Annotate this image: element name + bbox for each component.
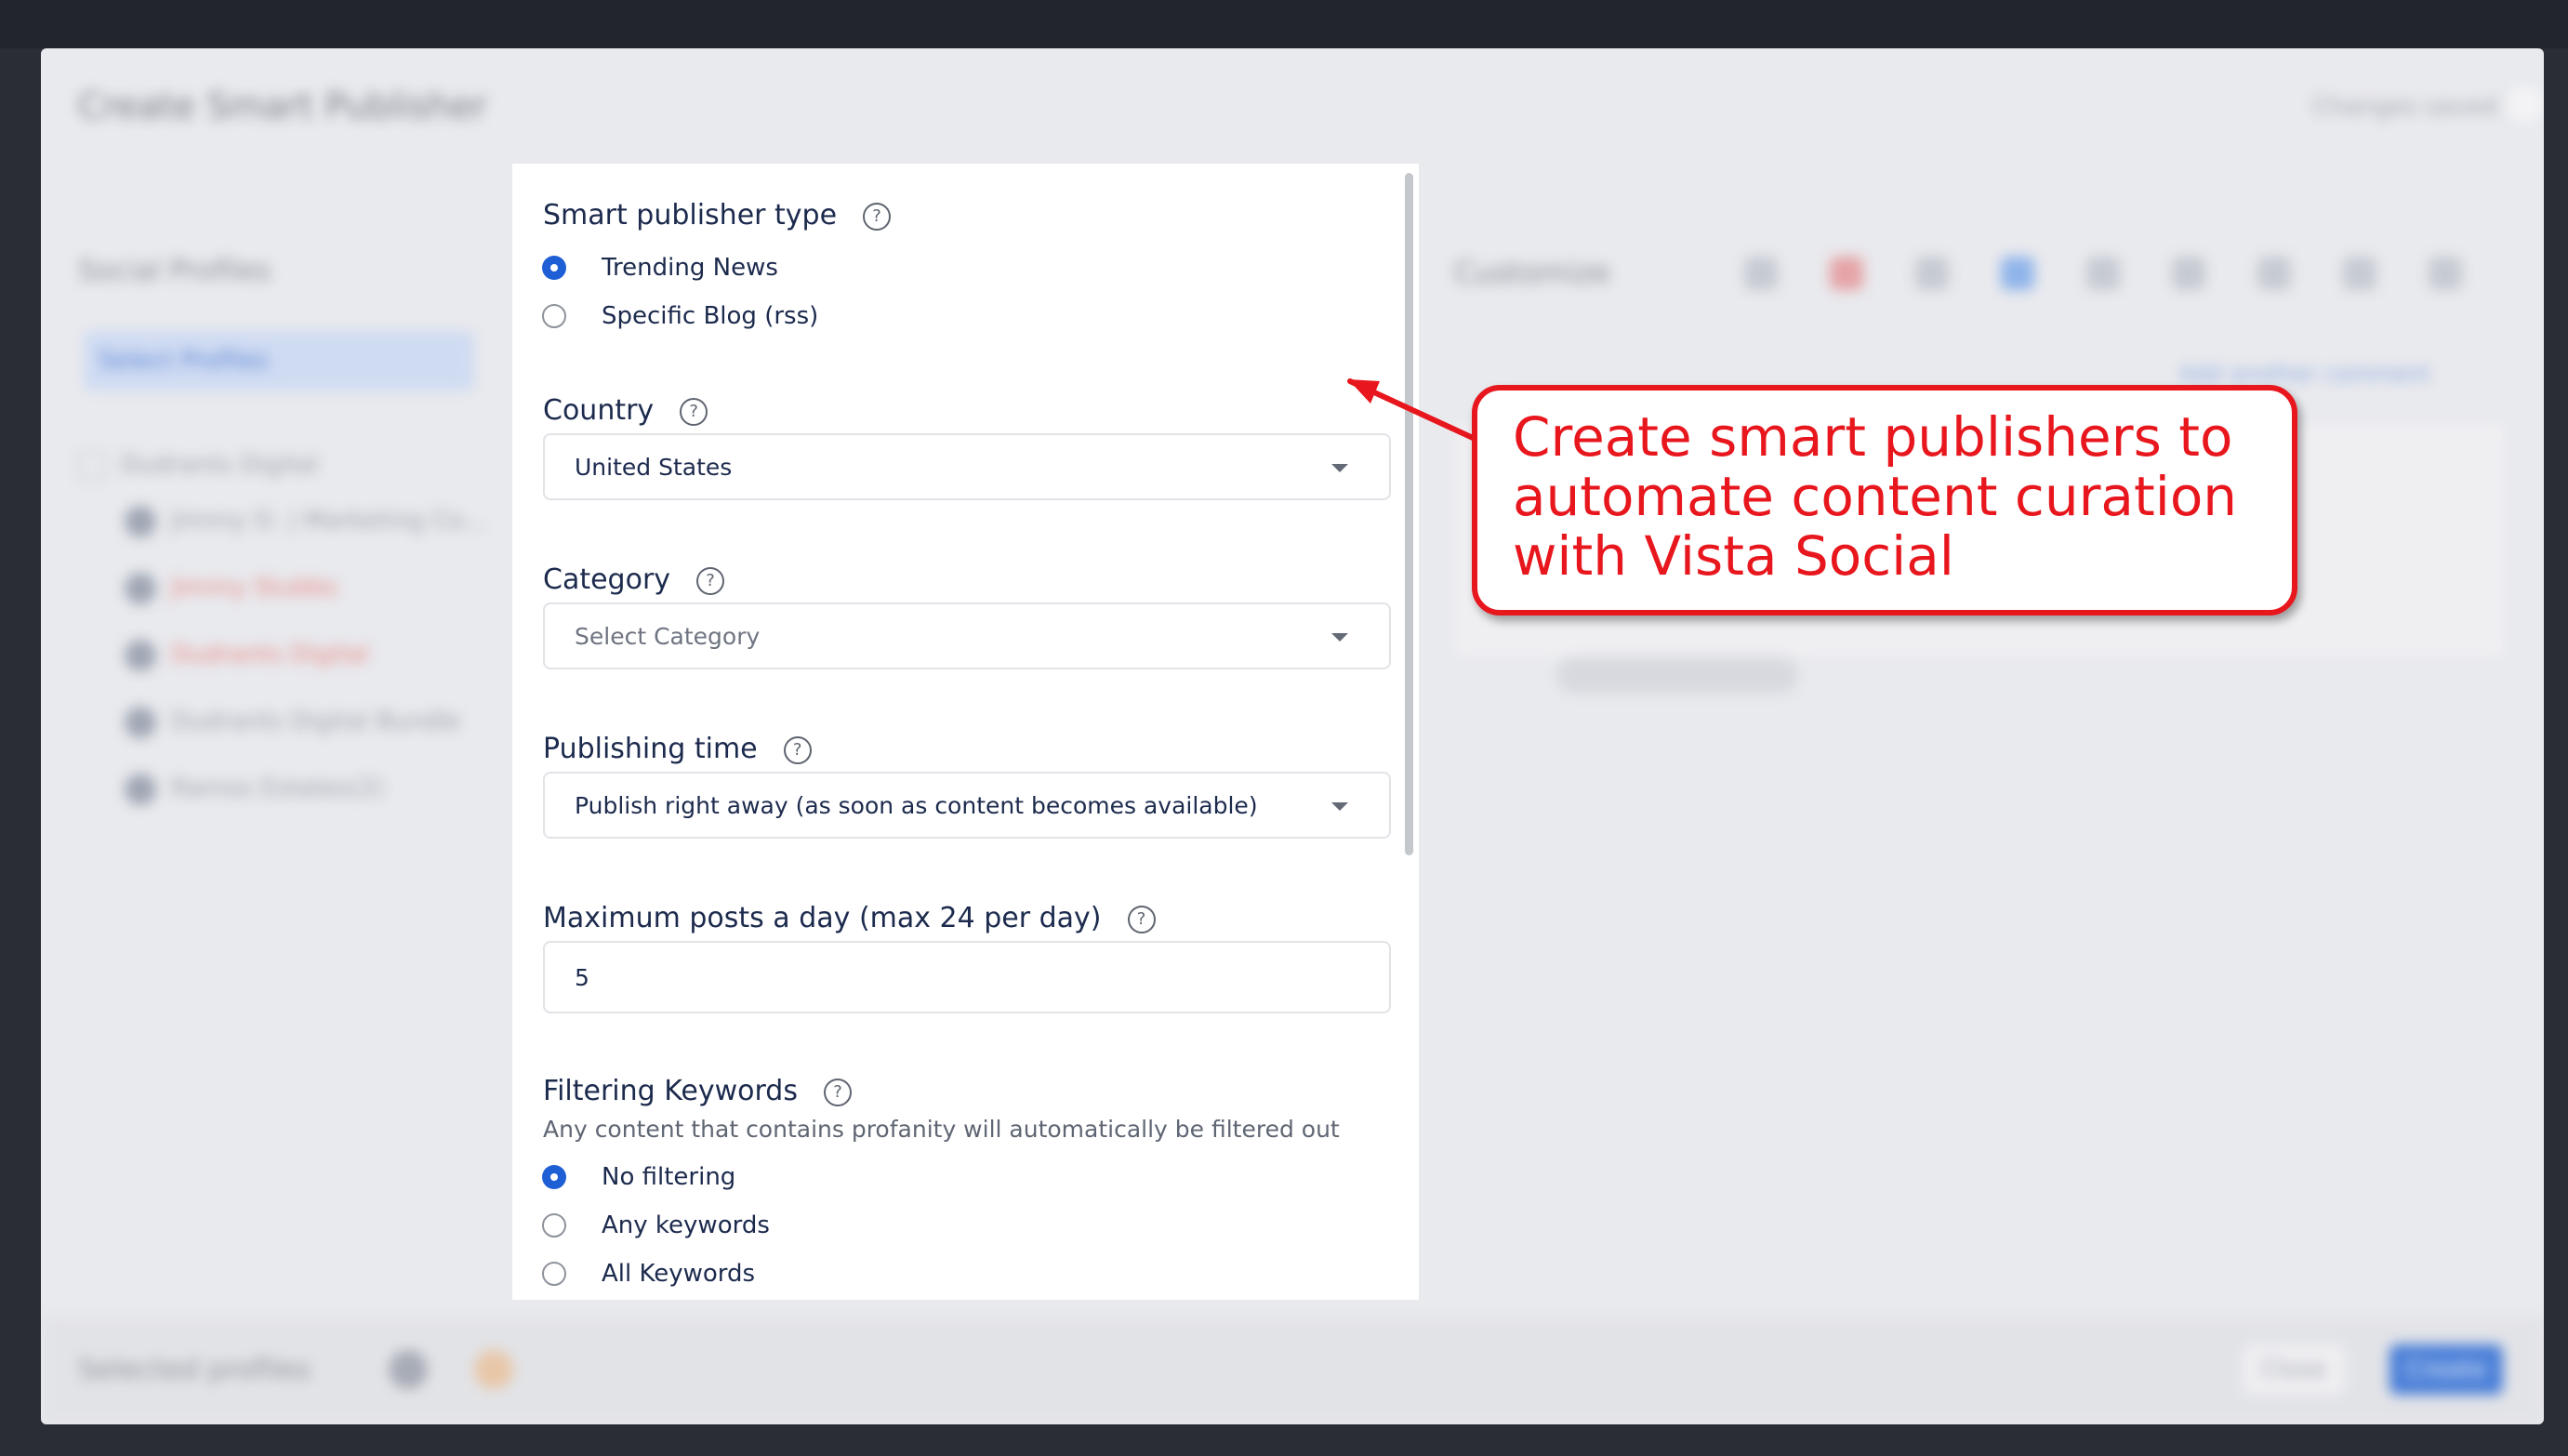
radio-label: Trending News xyxy=(602,254,778,282)
filtering-keywords-label: Filtering Keywords? xyxy=(543,1075,852,1107)
publisher-type-label-text: Smart publisher type xyxy=(543,199,838,232)
help-icon[interactable]: ? xyxy=(823,1078,852,1106)
network-tab-icon[interactable] xyxy=(2429,257,2462,290)
publishing-time-label-text: Publishing time xyxy=(543,733,758,765)
customize-pane: Customize Add another comment xyxy=(1417,164,2544,1317)
create-button[interactable]: Create xyxy=(2389,1344,2503,1395)
radio-label: All Keywords xyxy=(602,1260,756,1288)
checkbox-icon[interactable] xyxy=(78,451,106,480)
close-icon[interactable] xyxy=(2507,86,2544,123)
network-tab-icon[interactable] xyxy=(1744,257,1778,290)
max-posts-label: Maximum posts a day (max 24 per day)? xyxy=(543,902,1156,934)
radio-specific-blog[interactable]: Specific Blog (rss) xyxy=(542,298,818,335)
profile-group-row[interactable]: Dudrants Digital xyxy=(78,443,496,487)
category-label: Category? xyxy=(543,563,725,596)
profile-label: Ramos Estates(2) xyxy=(171,774,385,802)
select-profiles-button[interactable]: Select Profiles xyxy=(84,331,474,390)
profile-row[interactable]: Jimmy Stubbs xyxy=(125,565,543,610)
radio-no-filtering[interactable]: No filtering xyxy=(542,1158,735,1196)
publisher-type-label: Smart publisher type? xyxy=(543,199,892,232)
max-posts-input[interactable] xyxy=(543,941,1391,1013)
modal-header: Create Smart Publisher Changes saved xyxy=(41,48,2544,164)
modal-footer: Selected profiles Close Create xyxy=(41,1317,2544,1424)
radio-checked-icon[interactable] xyxy=(542,256,566,280)
filtering-keywords-label-text: Filtering Keywords xyxy=(543,1075,798,1107)
profile-label: Dudrants Digital Bundle xyxy=(171,708,461,735)
network-tab-icon[interactable] xyxy=(1915,257,1949,290)
help-icon[interactable]: ? xyxy=(696,566,725,595)
network-tab-icon[interactable] xyxy=(1830,257,1863,290)
radio-trending-news[interactable]: Trending News xyxy=(542,249,778,286)
modal-title: Create Smart Publisher xyxy=(78,86,487,126)
radio-label: Specific Blog (rss) xyxy=(602,302,819,330)
network-tab-icon[interactable] xyxy=(2257,257,2291,290)
scrollbar[interactable] xyxy=(1405,173,1413,855)
radio-unchecked-icon[interactable] xyxy=(542,1213,566,1238)
radio-checked-icon[interactable] xyxy=(542,1165,566,1189)
chevron-down-icon xyxy=(1331,464,1348,472)
selected-profiles-label: Selected profiles xyxy=(78,1354,311,1386)
avatar xyxy=(389,1350,428,1389)
window-frame xyxy=(0,0,2568,48)
network-tab-icon[interactable] xyxy=(2343,257,2376,290)
country-select-value: United States xyxy=(575,454,733,481)
help-icon[interactable]: ? xyxy=(783,735,812,764)
network-tab-icon[interactable] xyxy=(2086,257,2120,290)
filtering-hint: Any content that contains profanity will… xyxy=(543,1116,1340,1143)
publishing-time-select[interactable]: Publish right away (as soon as content b… xyxy=(543,772,1391,839)
avatar xyxy=(474,1350,513,1389)
profile-label: Dudrants Digital xyxy=(171,641,369,668)
help-icon[interactable]: ? xyxy=(1127,905,1156,933)
social-profiles-label: Social Profiles xyxy=(78,255,271,287)
profile-row[interactable]: Dudrants Digital Bundle xyxy=(125,699,543,744)
radio-any-keywords[interactable]: Any keywords xyxy=(542,1207,770,1244)
preview-footer xyxy=(1556,656,1798,694)
country-select[interactable]: United States xyxy=(543,433,1391,500)
chevron-down-icon xyxy=(1331,633,1348,642)
twitter-tab-icon[interactable] xyxy=(2001,257,2034,290)
help-icon[interactable]: ? xyxy=(680,397,708,426)
publishing-time-select-value: Publish right away (as soon as content b… xyxy=(575,792,1258,819)
category-label-text: Category xyxy=(543,563,671,596)
annotation-callout: Create smart publishers to automate cont… xyxy=(1472,385,2297,615)
save-status: Changes saved xyxy=(2312,93,2497,121)
profile-group-label: Dudrants Digital xyxy=(121,451,319,479)
avatar xyxy=(125,773,156,805)
country-label-text: Country xyxy=(543,394,655,427)
avatar xyxy=(125,639,156,671)
add-comment-link[interactable]: Add another comment xyxy=(2179,361,2430,387)
radio-label: No filtering xyxy=(602,1163,736,1191)
help-icon[interactable]: ? xyxy=(863,202,892,231)
radio-unchecked-icon[interactable] xyxy=(542,304,566,328)
country-label: Country? xyxy=(543,394,708,427)
publishing-time-label: Publishing time? xyxy=(543,733,812,765)
radio-label: Any keywords xyxy=(602,1211,770,1239)
category-select[interactable]: Select Category xyxy=(543,602,1391,669)
profile-row[interactable]: Dudrants Digital xyxy=(125,632,543,677)
social-profiles-pane: Social Profiles Select Profiles Dudrants… xyxy=(41,164,515,1317)
profile-label: Jimmy D. | Marketing Co... xyxy=(171,507,487,535)
max-posts-label-text: Maximum posts a day (max 24 per day) xyxy=(543,902,1102,934)
avatar xyxy=(125,706,156,738)
avatar xyxy=(125,572,156,604)
avatar xyxy=(125,505,156,537)
network-tab-icon[interactable] xyxy=(2172,257,2205,290)
profile-label: Jimmy Stubbs xyxy=(171,574,338,602)
customize-label: Customize xyxy=(1454,255,1610,290)
profile-row[interactable]: Ramos Estates(2) xyxy=(125,766,543,811)
chevron-down-icon xyxy=(1331,802,1348,811)
profile-row[interactable]: Jimmy D. | Marketing Co... xyxy=(125,498,543,543)
category-select-placeholder: Select Category xyxy=(575,623,761,650)
callout-text: Create smart publishers to automate cont… xyxy=(1513,405,2238,588)
smart-publisher-form: Smart publisher type? Trending News Spec… xyxy=(512,164,1419,1300)
radio-all-keywords[interactable]: All Keywords xyxy=(542,1255,755,1292)
radio-unchecked-icon[interactable] xyxy=(542,1262,566,1286)
close-button[interactable]: Close xyxy=(2243,1344,2345,1395)
